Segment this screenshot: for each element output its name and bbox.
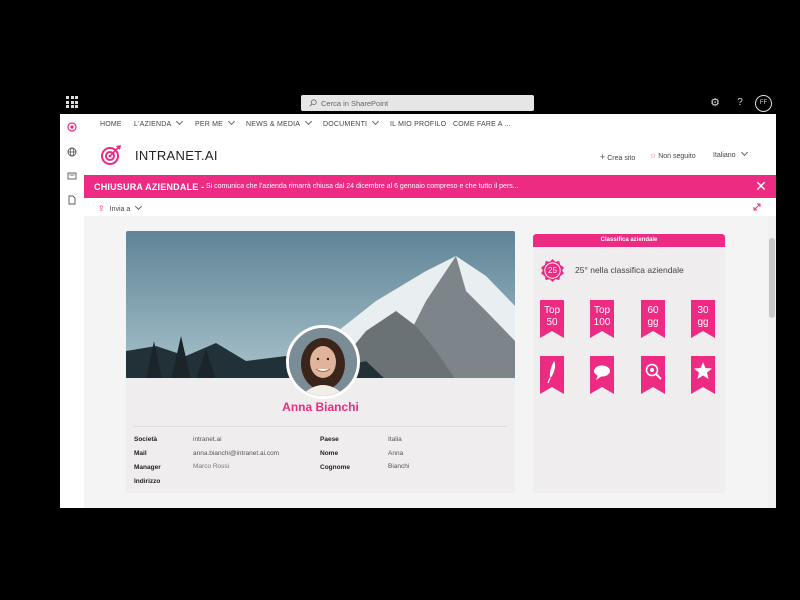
- field-value: intranet.ai: [193, 436, 222, 443]
- speech-bubble-icon[interactable]: [590, 356, 614, 394]
- chevron-down-icon: [372, 117, 380, 126]
- star-icon[interactable]: [691, 356, 715, 394]
- follow-button[interactable]: ☆ Non seguito: [650, 152, 696, 160]
- app-rail: [60, 114, 85, 508]
- ranking-position-number: 25: [548, 266, 557, 275]
- field-label: Indirizzo: [134, 478, 161, 485]
- profile-name: Anna Bianchi: [282, 400, 359, 414]
- close-icon[interactable]: ✕: [754, 179, 768, 193]
- field-label: Cognome: [320, 464, 350, 471]
- field-value[interactable]: Marco Rossi: [193, 463, 229, 470]
- chevron-down-icon: [135, 202, 143, 211]
- badge-label: Top 50: [543, 305, 561, 328]
- share-button[interactable]: ⇪ Invia a: [98, 202, 143, 213]
- site-logo-icon[interactable]: [100, 144, 122, 166]
- field-value: Bianchi: [388, 463, 410, 470]
- field-value: Anna: [388, 450, 404, 457]
- badge-label: Top 100: [593, 305, 611, 328]
- search-placeholder: Cerca in SharePoint: [321, 98, 389, 108]
- nav-home[interactable]: HOME: [100, 121, 122, 128]
- field-label: Nome: [320, 450, 339, 457]
- main-area: HOME L'AZIENDA PER ME NEWS & MEDIA DOCUM…: [84, 114, 776, 508]
- chevron-down-icon: [740, 148, 748, 157]
- ranking-card: Classifica aziendale 25 25° nella classi…: [533, 234, 725, 493]
- banner-text[interactable]: Si comunica che l'azienda rimarrà chiusa…: [206, 183, 519, 190]
- top-navigation: HOME L'AZIENDA PER ME NEWS & MEDIA DOCUM…: [84, 114, 776, 134]
- field-value: Italia: [388, 436, 402, 443]
- share-icon: ⇪: [98, 204, 105, 213]
- scrollbar-thumb[interactable]: [769, 238, 775, 318]
- scrollbar[interactable]: [768, 216, 776, 508]
- divider: [134, 426, 507, 427]
- banner-title: CHIUSURA AZIENDALE -: [94, 182, 205, 192]
- nav-profilo[interactable]: IL MIO PROFILO: [390, 121, 446, 128]
- profile-card: Anna Bianchi Società intranet.ai Mail an…: [126, 231, 515, 493]
- feather-icon[interactable]: [540, 356, 564, 394]
- plus-icon: +: [600, 152, 606, 162]
- search-icon: [309, 99, 317, 107]
- announcement-banner: CHIUSURA AZIENDALE - Si comunica che l'a…: [84, 175, 776, 198]
- nav-news-media[interactable]: NEWS & MEDIA: [246, 117, 313, 128]
- expand-icon[interactable]: [752, 202, 762, 212]
- nav-come-fare[interactable]: COME FARE A ...: [453, 121, 511, 128]
- badge-label: 60 gg: [647, 305, 659, 328]
- field-label: Paese: [320, 436, 339, 443]
- globe-icon[interactable]: [67, 147, 77, 157]
- badge-label: 30 gg: [697, 305, 709, 328]
- user-avatar[interactable]: FF: [755, 95, 772, 112]
- news-icon[interactable]: [67, 171, 77, 181]
- chevron-down-icon: [176, 117, 184, 126]
- chevron-down-icon: [305, 117, 313, 126]
- create-site-button[interactable]: + Crea sito: [600, 152, 635, 162]
- field-value-email[interactable]: anna.bianchi@intranet.ai.com: [193, 450, 279, 457]
- document-icon[interactable]: [67, 195, 77, 205]
- language-selector[interactable]: Italiano: [713, 148, 748, 159]
- site-title[interactable]: INTRANET.AI: [135, 148, 218, 163]
- search-input[interactable]: Cerca in SharePoint: [301, 95, 534, 111]
- nav-per-me[interactable]: PER ME: [195, 117, 236, 128]
- help-icon[interactable]: ?: [734, 96, 746, 110]
- nav-azienda[interactable]: L'AZIENDA: [134, 117, 184, 128]
- profile-photo: [286, 325, 360, 399]
- chevron-down-icon: [228, 117, 236, 126]
- ranking-title: Classifica aziendale: [533, 234, 725, 247]
- app-launcher-icon[interactable]: [66, 96, 78, 108]
- target-logo-icon[interactable]: [67, 122, 77, 132]
- star-outline-icon: ☆: [650, 153, 657, 160]
- nav-documenti[interactable]: DOCUMENTI: [323, 117, 380, 128]
- field-label: Mail: [134, 450, 147, 457]
- field-label: Manager: [134, 464, 161, 471]
- field-label: Società: [134, 436, 158, 443]
- gear-icon[interactable]: ⚙: [708, 96, 722, 110]
- ranking-text: 25° nella classifica aziendale: [575, 265, 684, 275]
- magnifier-icon[interactable]: [641, 356, 665, 394]
